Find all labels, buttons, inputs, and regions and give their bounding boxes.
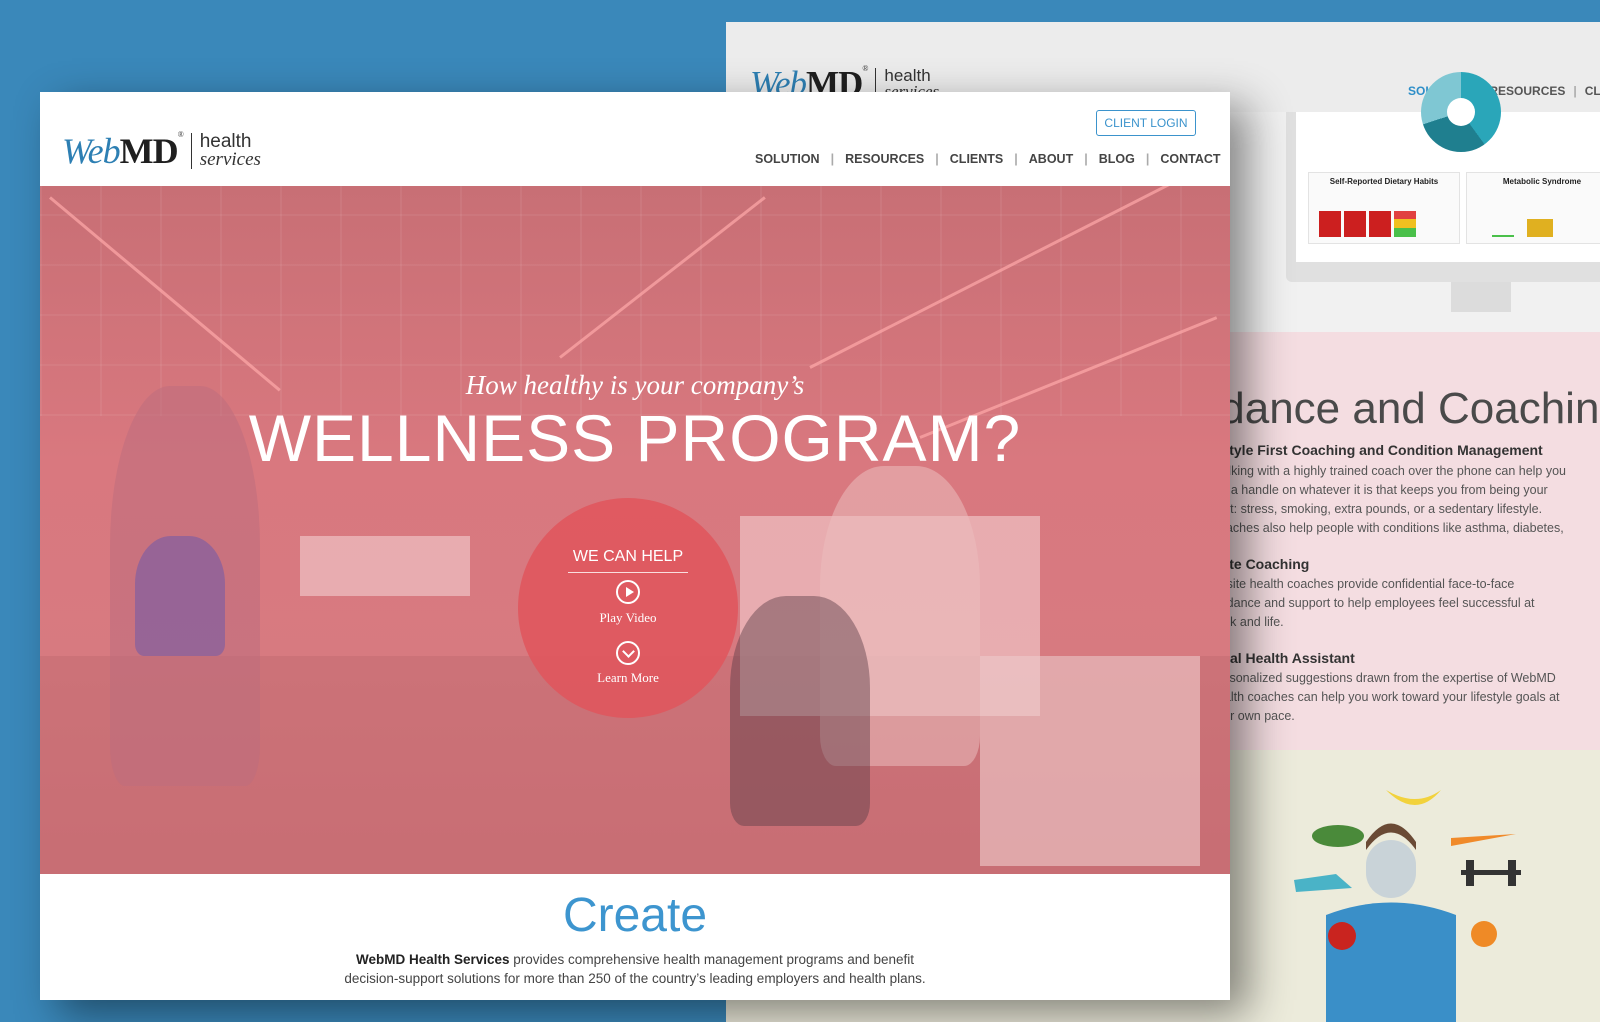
client-login-button[interactable]: CLIENT LOGIN [1096,110,1196,136]
nav-blog[interactable]: BLOG [1088,152,1146,166]
section-body: Personalized suggestions drawn from the … [1210,669,1560,726]
panel-title: Metabolic Syndrome [1467,177,1600,186]
section-heading: festyle First Coaching and Condition Man… [1209,442,1543,458]
banana-icon [1386,790,1441,805]
chart-bar [1319,211,1341,237]
section-body: Onsite health coaches provide confidenti… [1210,575,1535,632]
person-shirt-icon [1326,903,1456,1022]
office-cabinet [980,656,1200,866]
main-nav: SOLUTION| RESOURCES| CLIENTS| ABOUT| BLO… [744,152,1230,166]
person-skirt [135,536,225,656]
monitor: Self-Reported Dietary Habits Metabolic S… [1286,112,1600,282]
back-nav-clients[interactable]: CLIE [1577,84,1600,98]
section-title: Create [40,888,1230,943]
hero-subtitle: How healthy is your company’s [40,370,1230,401]
chart-bar [1369,211,1391,237]
nav-contact[interactable]: CONTACT [1149,152,1230,166]
section-body: Walking with a highly trained coach over… [1210,462,1566,538]
site-header: WebMD® healthservices CLIENT LOGIN SOLUT… [40,92,1230,186]
office-chair [730,596,870,826]
logo-subtitle: healthservices [191,133,261,169]
chart-bar [1394,211,1416,237]
apple-icon [1328,922,1356,950]
person-head-icon [1366,840,1416,898]
spinach-icon [1312,825,1364,847]
monitor-stand [1451,282,1511,312]
section-intro: WebMD Health Services provides comprehen… [40,950,1230,988]
divider [568,572,688,573]
play-video-link[interactable]: Play Video [518,610,738,626]
learn-more-link[interactable]: Learn More [518,670,738,686]
carrot-icon [1451,834,1516,846]
section-heading: igital Health Assistant [1209,650,1355,666]
panel-title: Self-Reported Dietary Habits [1309,177,1459,186]
guidance-title: uidance and Coaching [1186,384,1600,434]
chart-bar [1344,211,1366,237]
nav-solution[interactable]: SOLUTION [744,152,831,166]
chevron-down-icon[interactable] [616,641,640,665]
logo-mark: WebMD® [62,130,183,172]
hero-title: WELLNESS PROGRAM? [40,400,1230,476]
metabolic-syndrome-panel: Metabolic Syndrome [1466,172,1600,244]
chart-bar [1527,219,1553,237]
webmd-logo[interactable]: WebMD® healthservices [62,130,261,172]
front-page-screenshot: WebMD® healthservices CLIENT LOGIN SOLUT… [40,92,1230,1000]
chart-bar [1492,235,1514,237]
dietary-habits-panel: Self-Reported Dietary Habits [1308,172,1460,244]
we-can-help-circle: WE CAN HELP Play Video Learn More [518,498,738,718]
donut-chart [1421,72,1501,152]
nav-clients[interactable]: CLIENTS [939,152,1014,166]
back-desk [300,536,470,596]
nav-about[interactable]: ABOUT [1018,152,1084,166]
we-can-help-label: WE CAN HELP [518,548,738,566]
monitor-screen: Self-Reported Dietary Habits Metabolic S… [1296,112,1600,262]
orange-icon [1471,921,1497,947]
sneaker-icon [1294,874,1352,892]
nav-resources[interactable]: RESOURCES [834,152,935,166]
play-icon[interactable] [616,580,640,604]
hero-banner: How healthy is your company’s WELLNESS P… [40,186,1230,874]
